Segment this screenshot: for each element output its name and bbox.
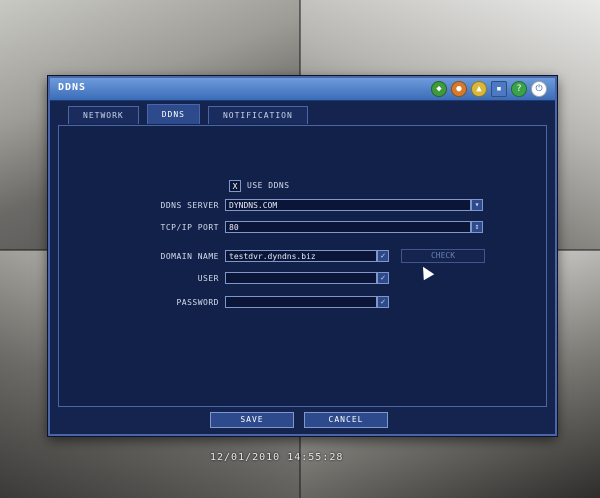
tab-bar: NETWORK DDNS NOTIFICATION: [68, 104, 308, 124]
domain-name-field[interactable]: testdvr.dyndns.biz: [225, 250, 377, 262]
ddns-server-select[interactable]: DYNDNS.COM: [225, 199, 471, 211]
user-edit-button[interactable]: ✓: [377, 272, 389, 284]
use-ddns-checkbox[interactable]: X: [229, 180, 241, 192]
password-label: PASSWORD: [176, 298, 219, 307]
ddns-server-dropdown-button[interactable]: ▾: [471, 199, 483, 211]
tab-network[interactable]: NETWORK: [68, 106, 139, 124]
user-label: USER: [197, 274, 219, 283]
domain-name-edit-button[interactable]: ✓: [377, 250, 389, 262]
osd-timestamp: 12/01/2010 14:55:28: [210, 452, 344, 463]
tab-notification[interactable]: NOTIFICATION: [207, 106, 308, 124]
password-edit-button[interactable]: ✓: [377, 296, 389, 308]
network-icon[interactable]: ◆: [431, 81, 447, 97]
monitor-icon[interactable]: ▪: [491, 81, 507, 97]
cancel-button[interactable]: CANCEL: [304, 412, 388, 428]
exit-icon[interactable]: ⏻: [531, 81, 547, 97]
dialog-title: DDNS: [58, 82, 87, 93]
record-icon[interactable]: ●: [451, 81, 467, 97]
domain-name-label: DOMAIN NAME: [160, 252, 219, 261]
ddns-server-label: DDNS SERVER: [160, 201, 219, 210]
use-ddns-label: USE DDNS: [247, 181, 290, 190]
user-field[interactable]: [225, 272, 377, 284]
tcp-port-field[interactable]: 80: [225, 221, 471, 233]
tcp-port-spin-button[interactable]: ↕: [471, 221, 483, 233]
ddns-dialog: DDNS ◆ ● ▲ ▪ ? ⏻ NETWORK DDNS NOTIFICATI…: [48, 76, 557, 436]
tab-ddns[interactable]: DDNS: [146, 104, 200, 124]
help-icon[interactable]: ?: [511, 81, 527, 97]
dialog-titlebar: DDNS ◆ ● ▲ ▪ ? ⏻: [50, 78, 555, 101]
toolbar-icons: ◆ ● ▲ ▪ ? ⏻: [431, 81, 547, 97]
tcp-port-label: TCP/IP PORT: [160, 223, 219, 232]
save-button[interactable]: SAVE: [210, 412, 294, 428]
camera-icon[interactable]: ▲: [471, 81, 487, 97]
password-field[interactable]: [225, 296, 377, 308]
ddns-settings-panel: X USE DDNS DDNS SERVER DYNDNS.COM ▾ TCP/…: [58, 125, 547, 407]
check-button[interactable]: CHECK: [401, 249, 485, 263]
